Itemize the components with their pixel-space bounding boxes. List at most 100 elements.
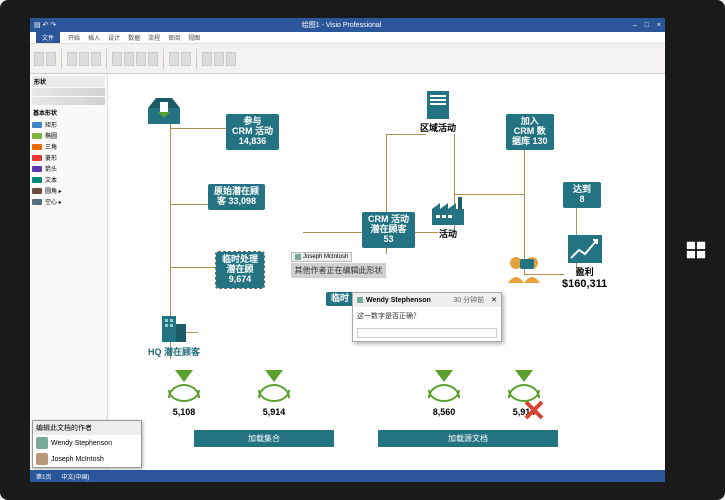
node-database[interactable]: 5,914 bbox=[258, 374, 290, 417]
windows-hardware-button[interactable] bbox=[685, 239, 707, 261]
node-database[interactable]: 8,560 bbox=[428, 374, 460, 417]
canvas[interactable]: 参与 CRM 活动 14,836 原始潜在顾 客 33,098 临时处理 潜在顾… bbox=[108, 74, 665, 470]
database-icon bbox=[428, 384, 460, 398]
ribbon-button[interactable] bbox=[148, 52, 158, 66]
ribbon-toolbar bbox=[30, 44, 665, 74]
footer-banner-1: 加载集合 bbox=[194, 430, 334, 447]
activity-label: 活动 bbox=[428, 230, 468, 239]
node-join-db[interactable]: 加入 CRM 数 据库 130 bbox=[506, 114, 554, 150]
tab-view[interactable]: 视图 bbox=[188, 33, 200, 42]
shapes-category-bar[interactable] bbox=[32, 97, 105, 105]
ribbon-button[interactable] bbox=[112, 52, 122, 66]
authors-popup[interactable]: 编辑此文档的作者 Wendy Stephenson Joseph McIntos… bbox=[32, 420, 142, 468]
window-controls: – □ × bbox=[627, 22, 661, 29]
ribbon-button[interactable] bbox=[226, 52, 236, 66]
chat-author: Wendy Stephenson bbox=[366, 297, 431, 304]
shape-stencil[interactable]: 矩形 bbox=[32, 119, 105, 130]
close-button[interactable]: × bbox=[657, 22, 661, 29]
shape-stencil[interactable]: 三角 bbox=[32, 141, 105, 152]
ribbon-button[interactable] bbox=[202, 52, 212, 66]
node-crm-customers[interactable]: CRM 活动 潜在顾客 53 bbox=[362, 212, 415, 248]
arrow-down-icon bbox=[515, 370, 533, 382]
ribbon-button[interactable] bbox=[46, 52, 56, 66]
presence-icon bbox=[357, 297, 363, 303]
shape-swatch bbox=[32, 166, 42, 172]
join-db-value: 加入 CRM 数 据库 130 bbox=[506, 114, 554, 150]
ribbon-button[interactable] bbox=[136, 52, 146, 66]
region-label: 区域活动 bbox=[418, 124, 458, 133]
ribbon-button[interactable] bbox=[79, 52, 89, 66]
shape-label: 圆角 ▸ bbox=[45, 186, 62, 195]
node-database[interactable]: 5,108 bbox=[168, 374, 200, 417]
chat-popup[interactable]: Wendy Stephenson 30 分钟前 ✕ 这一数字是否正确？ bbox=[352, 292, 502, 342]
shape-stencil[interactable]: 箭头 bbox=[32, 163, 105, 174]
crm-activity-value: 参与 CRM 活动 14,836 bbox=[226, 114, 279, 150]
coauthor-notice: 其他作者正在编辑此形状 bbox=[291, 263, 386, 278]
chat-reply-input[interactable] bbox=[357, 328, 497, 338]
node-database[interactable]: 5,914 bbox=[508, 374, 540, 417]
shapes-category: 基本形状 bbox=[32, 106, 105, 119]
chat-close-icon[interactable]: ✕ bbox=[491, 296, 497, 304]
ribbon-button[interactable] bbox=[124, 52, 134, 66]
tab-review[interactable]: 审阅 bbox=[168, 33, 180, 42]
node-crm-activity[interactable]: 参与 CRM 活动 14,836 bbox=[226, 114, 279, 150]
connector bbox=[386, 134, 426, 135]
database-icon bbox=[168, 384, 200, 398]
node-reach[interactable]: 达到 8 bbox=[563, 182, 601, 208]
tablet-frame: ▤ ↶ ↷ 绘图1 - Visio Professional – □ × 文件 … bbox=[0, 0, 725, 500]
node-temp-process[interactable]: 临时处理 潜在顾 9,674 bbox=[216, 252, 264, 288]
inbox-icon bbox=[144, 94, 184, 128]
tab-file[interactable]: 文件 bbox=[36, 32, 60, 43]
shape-label: 菱形 bbox=[45, 153, 57, 162]
ribbon-tabs: 文件 开始 插入 设计 数据 流程 审阅 视图 bbox=[30, 32, 665, 44]
node-region[interactable]: 区域活动 bbox=[418, 88, 458, 133]
author-row[interactable]: Wendy Stephenson bbox=[33, 435, 141, 451]
ribbon-button[interactable] bbox=[169, 52, 179, 66]
node-profit[interactable]: 盈利 $160,311 bbox=[562, 232, 607, 291]
avatar bbox=[36, 453, 48, 465]
status-bar: 第1页 中文(中国) bbox=[30, 470, 665, 482]
node-original-leads[interactable]: 原始潜在顾 客 33,098 bbox=[208, 184, 265, 210]
database-icon bbox=[258, 384, 290, 398]
ribbon-button[interactable] bbox=[91, 52, 101, 66]
tab-process[interactable]: 流程 bbox=[148, 33, 160, 42]
node-people[interactable] bbox=[502, 252, 542, 286]
shapes-category-bar[interactable] bbox=[32, 88, 105, 96]
connector bbox=[170, 128, 230, 129]
shape-stencil[interactable]: 菱形 bbox=[32, 152, 105, 163]
minimize-button[interactable]: – bbox=[633, 22, 637, 29]
node-inbox[interactable] bbox=[144, 94, 184, 128]
tab-data[interactable]: 数据 bbox=[128, 33, 140, 42]
chart-growth-icon bbox=[565, 232, 605, 266]
database-value: 5,914 bbox=[258, 408, 290, 417]
shape-stencil[interactable]: 文本 bbox=[32, 174, 105, 185]
shapes-panel: 形状 基本形状 矩形椭圆三角菱形箭头文本圆角 ▸空心 ▸ bbox=[30, 74, 108, 470]
author-name: Wendy Stephenson bbox=[51, 440, 112, 447]
tab-home[interactable]: 开始 bbox=[68, 33, 80, 42]
tab-design[interactable]: 设计 bbox=[108, 33, 120, 42]
node-temp2[interactable]: 临时 bbox=[326, 292, 354, 306]
database-icon bbox=[508, 384, 540, 398]
profit-value: $160,311 bbox=[562, 279, 607, 291]
arrow-down-icon bbox=[265, 370, 283, 382]
avatar bbox=[36, 437, 48, 449]
ribbon-button[interactable] bbox=[214, 52, 224, 66]
ribbon-button[interactable] bbox=[34, 52, 44, 66]
collaborator-tag[interactable]: Joseph McIntosh bbox=[291, 252, 352, 262]
original-leads-value: 原始潜在顾 客 33,098 bbox=[208, 184, 265, 210]
tab-insert[interactable]: 插入 bbox=[88, 33, 100, 42]
hq-label: HQ 潜在顾客 bbox=[148, 348, 200, 357]
database-value: 5,108 bbox=[168, 408, 200, 417]
shape-stencil[interactable]: 圆角 ▸ bbox=[32, 185, 105, 196]
ribbon-button[interactable] bbox=[67, 52, 77, 66]
chat-header[interactable]: Wendy Stephenson 30 分钟前 ✕ bbox=[353, 293, 501, 307]
shape-stencil[interactable]: 空心 ▸ bbox=[32, 196, 105, 207]
node-activity[interactable]: 活动 bbox=[428, 194, 468, 239]
node-hq[interactable]: HQ 潜在顾客 bbox=[148, 312, 200, 357]
maximize-button[interactable]: □ bbox=[645, 22, 649, 29]
ribbon-button[interactable] bbox=[181, 52, 191, 66]
author-row[interactable]: Joseph McIntosh bbox=[33, 451, 141, 467]
collaborator-name: Joseph McIntosh bbox=[303, 254, 348, 260]
factory-icon bbox=[428, 194, 468, 228]
shape-stencil[interactable]: 椭圆 bbox=[32, 130, 105, 141]
